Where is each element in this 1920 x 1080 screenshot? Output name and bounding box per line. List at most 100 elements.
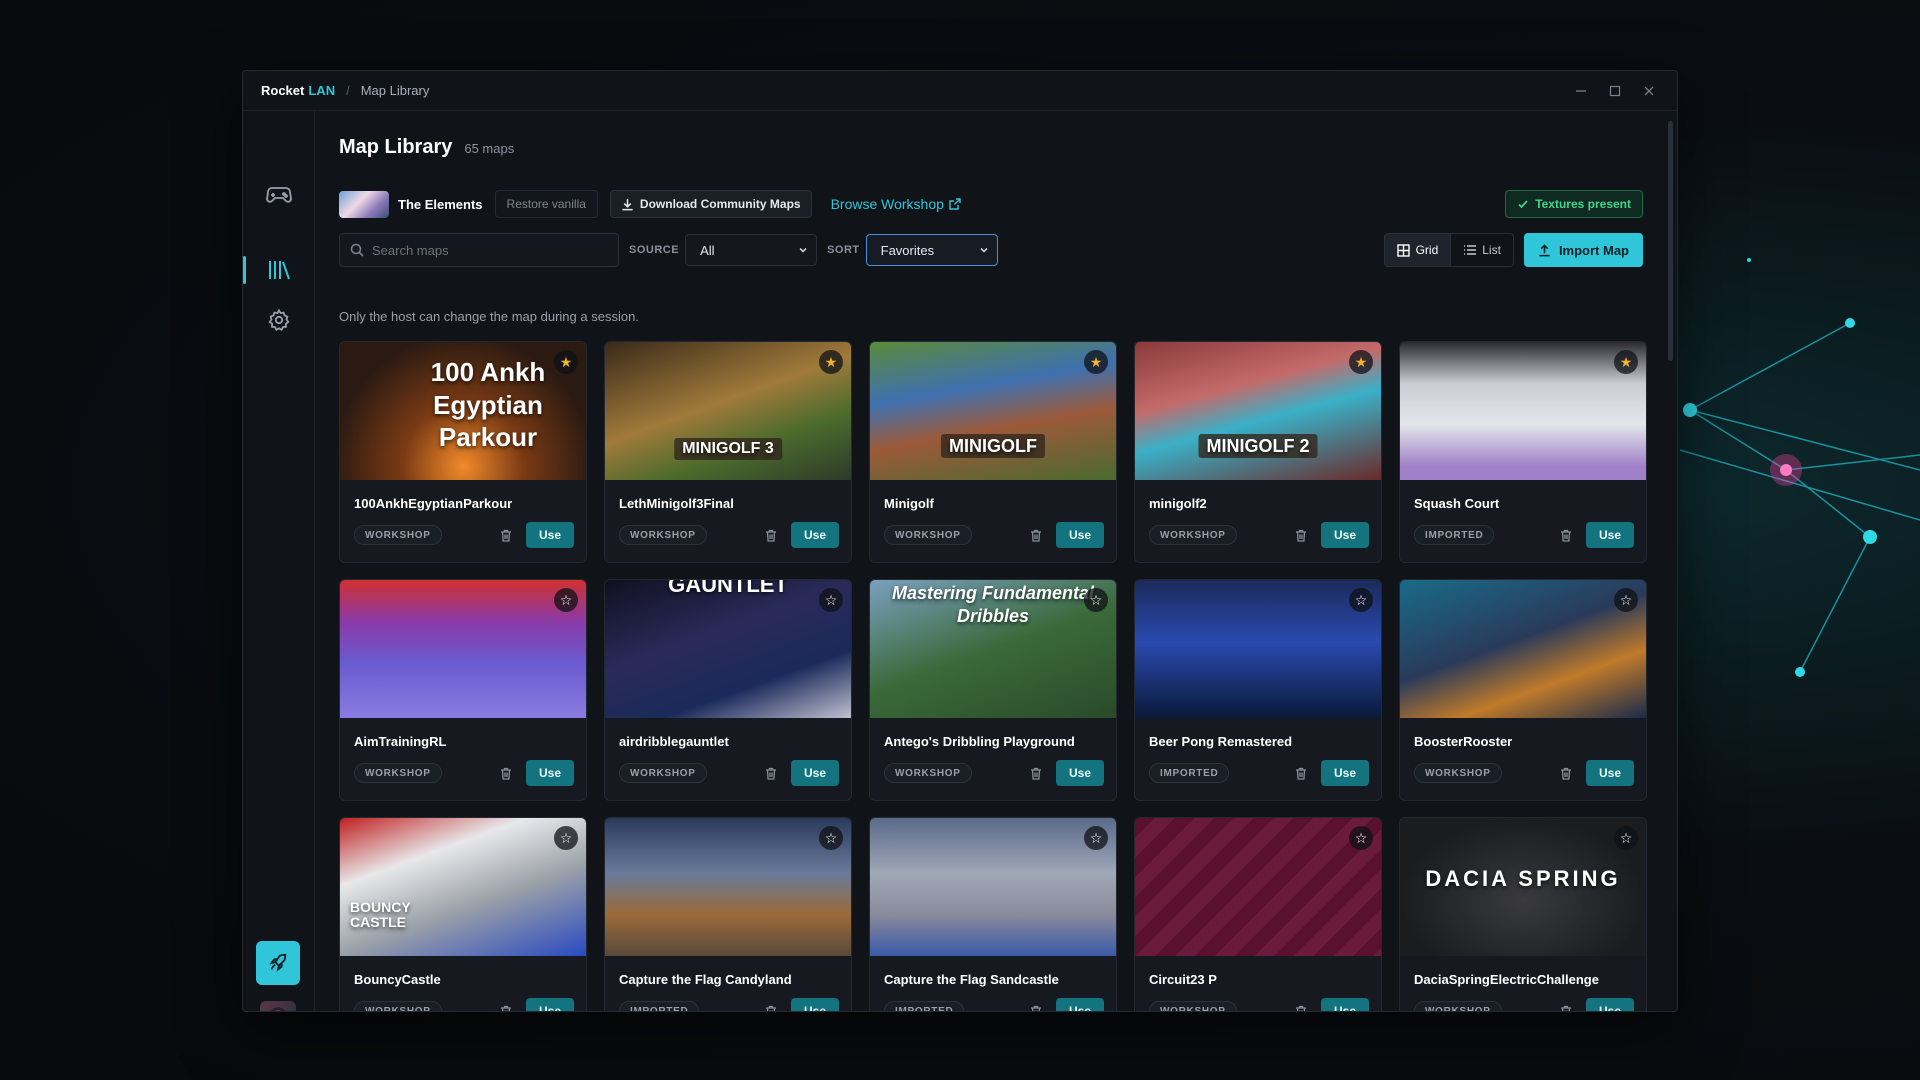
close-icon[interactable] (1639, 81, 1659, 101)
trash-icon[interactable] (1291, 1001, 1311, 1011)
view-toggle: Grid List (1383, 233, 1514, 267)
favorite-star-icon-filled[interactable]: ★ (1614, 350, 1638, 374)
trash-icon[interactable] (1026, 525, 1046, 545)
map-card[interactable]: ☆ BoosterRooster WORKSHOP Use (1399, 579, 1647, 801)
favorite-star-icon[interactable]: ☆ (819, 826, 843, 850)
use-map-button[interactable]: Use (1056, 522, 1104, 548)
map-thumbnail[interactable]: ☆ (605, 818, 851, 956)
use-map-button[interactable]: Use (526, 522, 574, 548)
favorite-star-icon[interactable]: ☆ (1084, 826, 1108, 850)
trash-icon[interactable] (496, 525, 516, 545)
trash-icon[interactable] (1026, 763, 1046, 783)
restore-vanilla-button[interactable]: Restore vanilla (494, 190, 598, 218)
trash-icon[interactable] (761, 1001, 781, 1011)
map-card[interactable]: MINIGOLF 2 ★ minigolf2 WORKSHOP Use (1134, 341, 1382, 563)
favorite-star-icon[interactable]: ☆ (554, 826, 578, 850)
favorite-star-icon[interactable]: ☆ (554, 588, 578, 612)
download-community-maps-button[interactable]: Download Community Maps (609, 190, 812, 218)
search-input[interactable] (372, 242, 602, 258)
map-thumbnail[interactable]: MINIGOLF ★ (870, 342, 1116, 480)
use-map-button[interactable]: Use (526, 998, 574, 1011)
use-map-button[interactable]: Use (1586, 522, 1634, 548)
library-icon[interactable] (259, 250, 299, 290)
source-tag: WORKSHOP (619, 763, 707, 783)
favorite-star-icon-filled[interactable]: ★ (819, 350, 843, 374)
favorite-star-icon[interactable]: ☆ (819, 588, 843, 612)
map-thumbnail[interactable]: ☆ (340, 580, 586, 718)
map-thumbnail[interactable]: ☆ (1135, 818, 1381, 956)
import-map-button[interactable]: Import Map (1523, 233, 1643, 267)
map-card[interactable]: GAUNTLET ☆ airdribblegauntlet WORKSHOP Use (604, 579, 852, 801)
use-map-button[interactable]: Use (791, 522, 839, 548)
map-thumbnail[interactable]: GAUNTLET ☆ (605, 580, 851, 718)
grid-view-button[interactable]: Grid (1384, 234, 1451, 266)
map-card[interactable]: MINIGOLF 3 ★ LethMinigolf3Final WORKSHOP Use (604, 341, 852, 563)
map-card[interactable]: ☆ Beer Pong Remastered IMPORTED Use (1134, 579, 1382, 801)
map-thumbnail[interactable]: MINIGOLF 3 ★ (605, 342, 851, 480)
trash-icon[interactable] (1026, 1001, 1046, 1011)
map-thumbnail[interactable]: ☆ (870, 818, 1116, 956)
map-card[interactable]: ☆ Capture the Flag Sandcastle IMPORTED Use (869, 817, 1117, 1011)
gamepad-icon[interactable] (259, 175, 299, 215)
map-card[interactable]: MINIGOLF ★ Minigolf WORKSHOP Use (869, 341, 1117, 563)
trash-icon[interactable] (496, 763, 516, 783)
map-thumbnail[interactable]: Mastering Fundamental Dribbles ☆ (870, 580, 1116, 718)
use-map-button[interactable]: Use (526, 760, 574, 786)
map-thumbnail[interactable]: MINIGOLF 2 ★ (1135, 342, 1381, 480)
map-name: LethMinigolf3Final (619, 496, 734, 511)
browse-workshop-link[interactable]: Browse Workshop (831, 196, 961, 212)
favorite-star-icon-filled[interactable]: ★ (554, 350, 578, 374)
search-box[interactable] (339, 233, 619, 267)
favorite-star-icon[interactable]: ☆ (1084, 588, 1108, 612)
trash-icon[interactable] (1291, 525, 1311, 545)
map-card[interactable]: DACIA SPRING ☆ DaciaSpringElectricChalleng… (1399, 817, 1647, 1011)
use-map-button[interactable]: Use (1321, 522, 1369, 548)
scrollbar[interactable] (1668, 121, 1673, 361)
favorite-star-icon[interactable]: ☆ (1614, 588, 1638, 612)
map-thumbnail[interactable]: BOUNCY CASTLE ☆ (340, 818, 586, 956)
source-select[interactable]: All (685, 234, 818, 266)
map-thumbnail[interactable]: ★ (1400, 342, 1646, 480)
trash-icon[interactable] (761, 525, 781, 545)
map-card[interactable]: BOUNCY CASTLE ☆ BouncyCastle WORKSHOP Use (339, 817, 587, 1011)
use-map-button[interactable]: Use (1056, 760, 1104, 786)
use-map-button[interactable]: Use (791, 760, 839, 786)
map-name: BouncyCastle (354, 972, 441, 987)
trash-icon[interactable] (1556, 1001, 1576, 1011)
list-view-button[interactable]: List (1451, 234, 1513, 266)
sort-select[interactable]: Favorites (865, 234, 998, 266)
trash-icon[interactable] (761, 763, 781, 783)
use-map-button[interactable]: Use (1056, 998, 1104, 1011)
favorite-star-icon[interactable]: ☆ (1614, 826, 1638, 850)
minimize-icon[interactable] (1571, 81, 1591, 101)
use-map-button[interactable]: Use (1321, 760, 1369, 786)
map-card[interactable]: ☆ Capture the Flag Candyland IMPORTED Use (604, 817, 852, 1011)
use-map-button[interactable]: Use (1586, 760, 1634, 786)
favorite-star-icon-filled[interactable]: ★ (1349, 350, 1373, 374)
map-card[interactable]: ★ Squash Court IMPORTED Use (1399, 341, 1647, 563)
map-thumbnail[interactable]: ☆ (1400, 580, 1646, 718)
map-card[interactable]: 100 Ankh Egyptian Parkour ★ 100AnkhEgyptia… (339, 341, 587, 563)
use-map-button[interactable]: Use (1321, 998, 1369, 1011)
map-thumbnail[interactable]: DACIA SPRING ☆ (1400, 818, 1646, 956)
map-card[interactable]: Mastering Fundamental Dribbles ☆ Antego's … (869, 579, 1117, 801)
map-thumbnail[interactable]: ☆ (1135, 580, 1381, 718)
favorite-star-icon-filled[interactable]: ★ (1084, 350, 1108, 374)
favorite-star-icon[interactable]: ☆ (1349, 588, 1373, 612)
breadcrumb-separator: / (346, 83, 350, 98)
trash-icon[interactable] (1556, 763, 1576, 783)
theme-thumbnail[interactable] (339, 190, 389, 218)
map-card[interactable]: ☆ Circuit23 P WORKSHOP Use (1134, 817, 1382, 1011)
launch-rocket-button[interactable] (256, 941, 300, 985)
maximize-icon[interactable] (1605, 81, 1625, 101)
use-map-button[interactable]: Use (791, 998, 839, 1011)
use-map-button[interactable]: Use (1586, 998, 1634, 1011)
trash-icon[interactable] (1291, 763, 1311, 783)
user-avatar[interactable] (260, 1001, 296, 1011)
map-thumbnail[interactable]: 100 Ankh Egyptian Parkour ★ (340, 342, 586, 480)
trash-icon[interactable] (1556, 525, 1576, 545)
map-card[interactable]: ☆ AimTrainingRL WORKSHOP Use (339, 579, 587, 801)
trash-icon[interactable] (496, 1001, 516, 1011)
favorite-star-icon[interactable]: ☆ (1349, 826, 1373, 850)
settings-gear-icon[interactable] (259, 300, 299, 340)
